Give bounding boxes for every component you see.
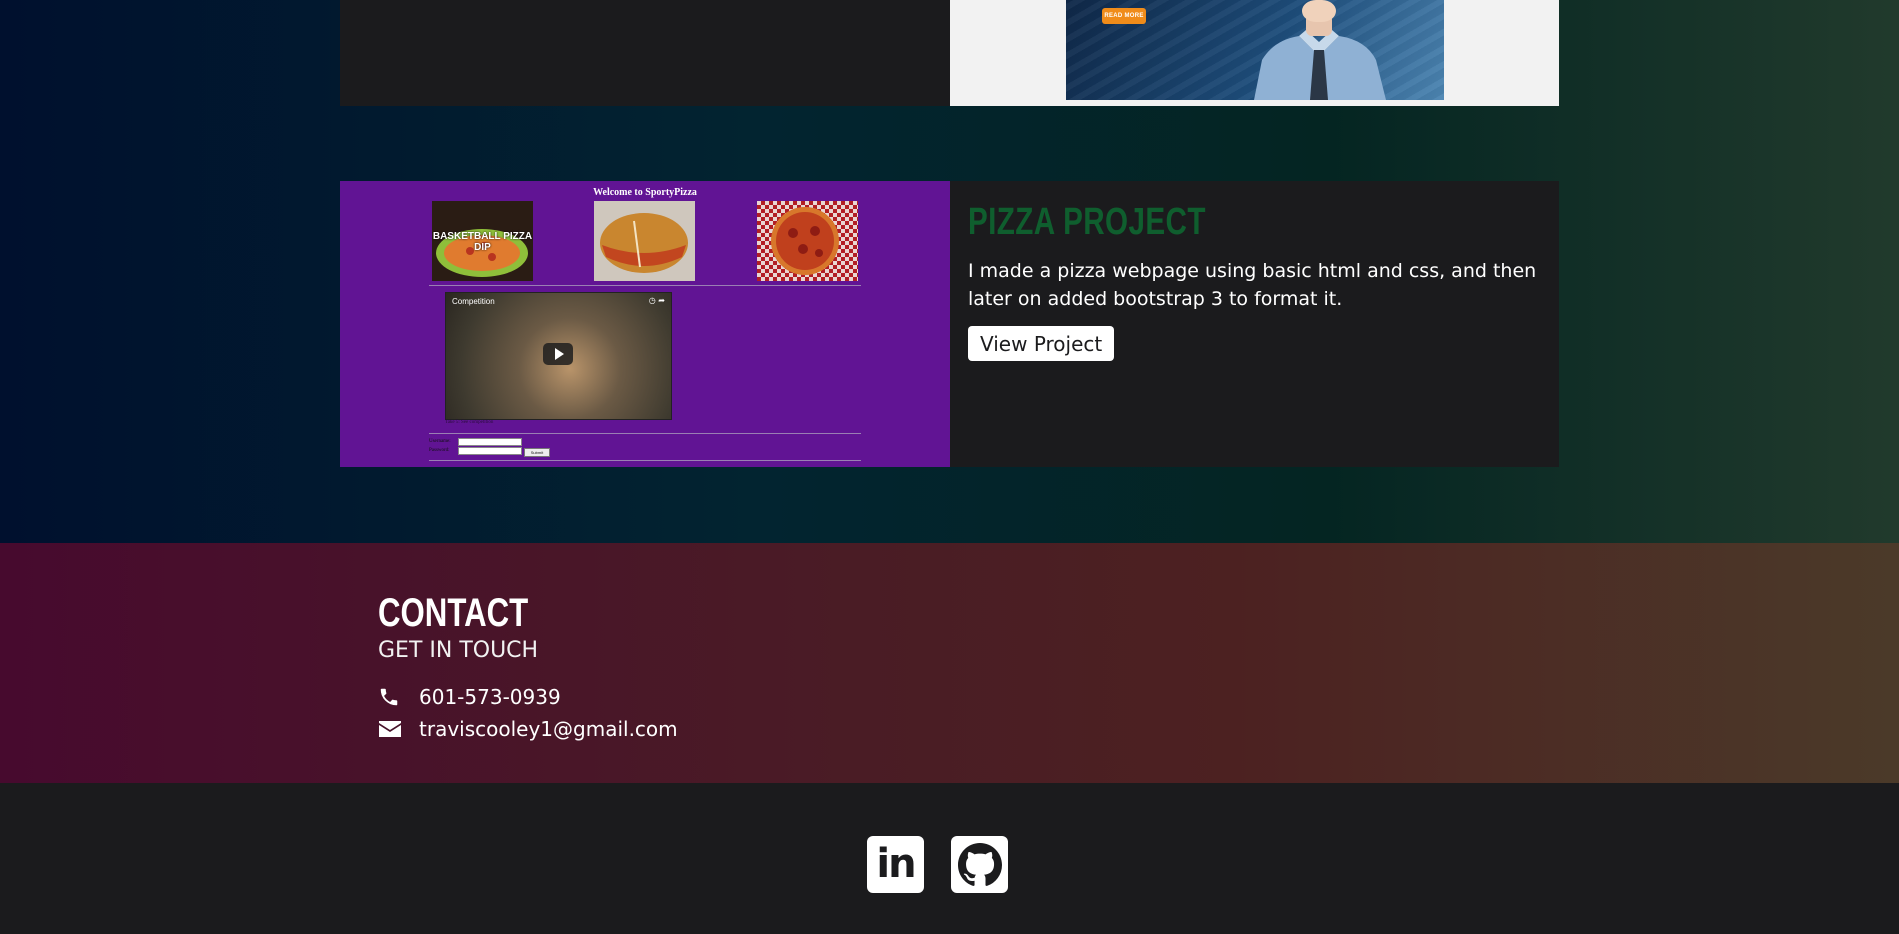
phone-icon: [378, 686, 402, 708]
basketball-pizza-dip-image: BASKETBALL PIZZA DIP: [432, 201, 533, 281]
form-label-password: Password:: [429, 448, 450, 453]
pepperoni-pizza-graphic: [757, 201, 858, 281]
video-title: Competition: [452, 297, 495, 306]
football-pizza-image: [594, 201, 695, 281]
form-label-username: Username:: [429, 439, 451, 444]
pepperoni-pizza-image: [757, 201, 858, 281]
screenshot-title: Welcome to SportyPizza: [593, 187, 697, 198]
contact-title: CONTACT: [378, 591, 529, 635]
password-input[interactable]: [458, 447, 522, 455]
username-input[interactable]: [458, 438, 522, 446]
divider: [429, 285, 861, 286]
contact-section: CONTACT GET IN TOUCH 601-573-0939 travis…: [0, 543, 1899, 783]
phone-number[interactable]: 601-573-0939: [419, 685, 561, 709]
play-icon[interactable]: [543, 343, 573, 365]
submit-button[interactable]: Submit: [524, 448, 550, 457]
email-address[interactable]: traviscooley1@gmail.com: [419, 717, 678, 741]
video-controls-icon: ◷ ➦: [648, 296, 665, 305]
contact-subtitle: GET IN TOUCH: [378, 638, 539, 663]
project-description: I made a pizza webpage using basic html …: [968, 260, 1537, 310]
footer: in: [0, 783, 1899, 934]
view-project-button[interactable]: View Project: [968, 326, 1115, 361]
read-more-button: READ MORE: [1102, 8, 1146, 24]
pizza-project-screenshot[interactable]: Welcome to SportyPizza BASKETBALL PIZZA …: [340, 181, 950, 467]
divider: [429, 460, 861, 461]
project-screenshot[interactable]: READ MORE: [1066, 0, 1444, 100]
divider: [429, 433, 861, 434]
linkedin-link[interactable]: in: [867, 836, 924, 893]
envelope-icon: [378, 718, 402, 740]
pizza-project-info: PIZZA PROJECT I made a pizza webpage usi…: [950, 181, 1559, 467]
github-icon: [957, 842, 1002, 886]
linkedin-icon: in: [876, 840, 916, 887]
video-player[interactable]: Competition ◷ ➦: [445, 292, 672, 420]
project-card-info: [340, 0, 950, 106]
contact-email: traviscooley1@gmail.com: [378, 714, 678, 744]
thumb-caption: BASKETBALL PIZZA DIP: [432, 231, 533, 253]
football-pizza-graphic: [600, 213, 688, 273]
businessman-image: [1254, 0, 1386, 100]
video-caption: Take 5: See competition: [445, 420, 494, 425]
github-link[interactable]: [951, 836, 1008, 893]
contact-phone: 601-573-0939: [378, 682, 561, 712]
project-title: PIZZA PROJECT: [968, 201, 1206, 243]
